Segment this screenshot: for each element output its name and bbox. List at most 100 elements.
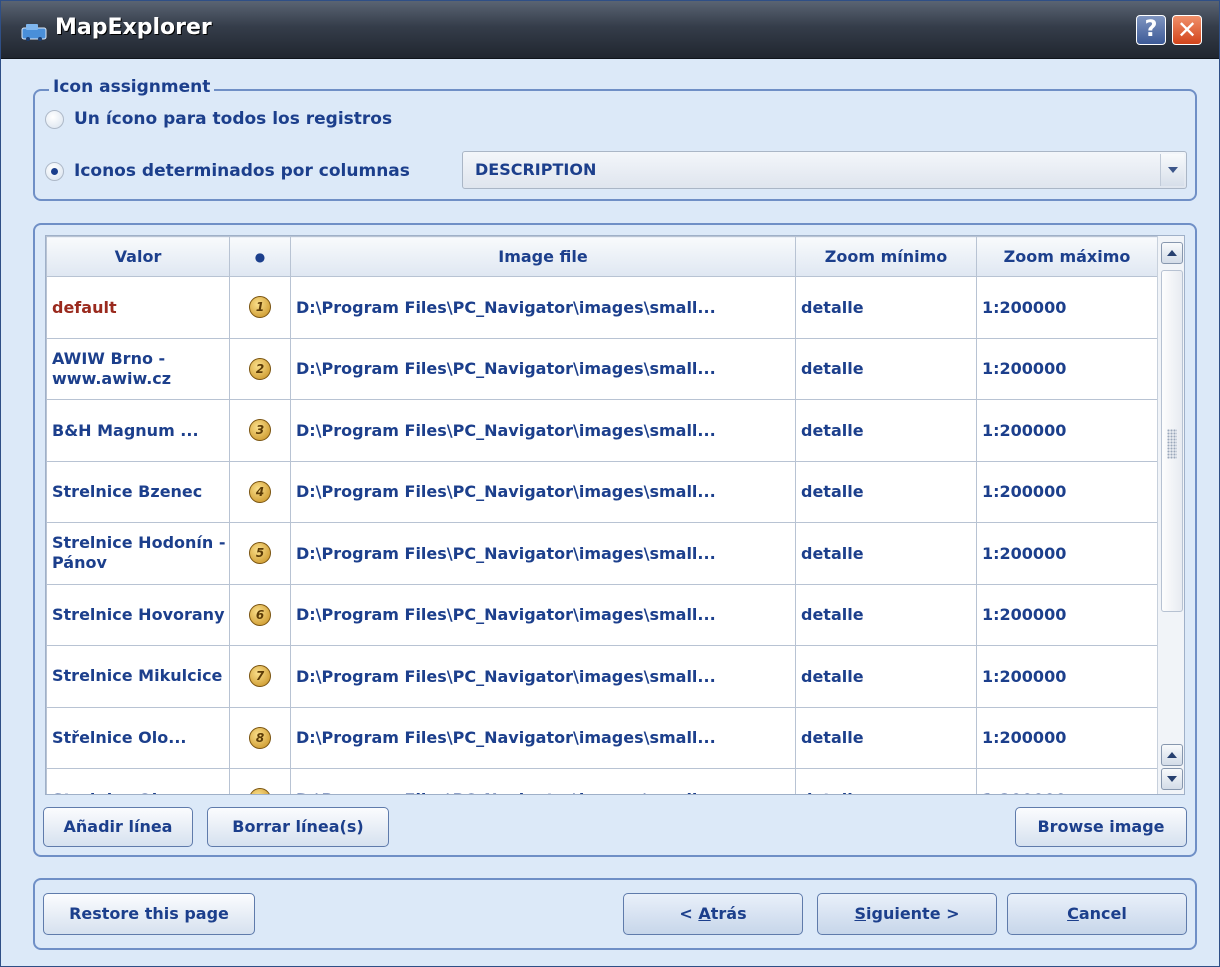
cell-valor[interactable]: AWIW Brno - www.awiw.cz — [46, 337, 230, 400]
column-header-zoom-max[interactable]: Zoom máximo — [976, 236, 1158, 277]
icon-assignment-group: Icon assignment Un ícono para todos los … — [33, 77, 1197, 201]
radio-columns[interactable] — [45, 161, 64, 181]
cell-image-file[interactable]: D:\Program Files\PC_Navigator\images\sma… — [290, 337, 796, 400]
table-row[interactable]: Strelnice Hodonín - Pánov 5 D:\Program F… — [46, 522, 1158, 585]
map-explorer-icon — [21, 24, 47, 41]
back-button-accel: A — [698, 904, 711, 923]
cell-valor[interactable]: Strelnice Hovorany — [46, 583, 230, 646]
icon-grid: Valor ● Image file Zoom mínimo Zoom máxi… — [45, 235, 1185, 795]
next-button[interactable]: Siguiente > — [817, 893, 997, 935]
cell-zoom-min[interactable]: detalle — [795, 399, 977, 462]
column-select[interactable]: DESCRIPTION — [462, 151, 1187, 189]
column-header-valor[interactable]: Valor — [46, 236, 230, 277]
number-7-icon[interactable]: 7 — [249, 665, 271, 688]
number-3-icon[interactable]: 3 — [249, 419, 271, 442]
next-button-rest: iguiente > — [866, 904, 960, 923]
cell-image-file[interactable]: D:\Program Files\PC_Navigator\images\sma… — [290, 583, 796, 646]
cell-zoom-max[interactable]: 1:200000 — [976, 460, 1158, 523]
help-button[interactable]: ? — [1136, 15, 1166, 45]
back-button[interactable]: < Atrás — [623, 893, 803, 935]
radio-columns-label[interactable]: Iconos determinados por columnas — [74, 161, 410, 181]
scroll-up-icon[interactable] — [1161, 242, 1183, 264]
cell-zoom-max[interactable]: 1:200000 — [976, 706, 1158, 769]
icon-grid-group: Valor ● Image file Zoom mínimo Zoom máxi… — [33, 223, 1197, 857]
cancel-button[interactable]: Cancel — [1007, 893, 1187, 935]
close-icon: ✕ — [1176, 16, 1198, 44]
cell-image-file[interactable]: D:\Program Files\PC_Navigator\images\sma… — [290, 768, 796, 794]
cell-zoom-min[interactable]: detalle — [795, 768, 977, 794]
cell-image-file[interactable]: D:\Program Files\PC_Navigator\images\sma… — [290, 399, 796, 462]
cancel-button-rest: ancel — [1078, 904, 1127, 923]
cell-zoom-max[interactable]: 1:200000 — [976, 276, 1158, 339]
mapexplorer-window: MapExplorer ? ✕ Icon assignment Un ícono… — [0, 0, 1220, 967]
number-8-icon[interactable]: 8 — [249, 726, 271, 749]
cell-zoom-max[interactable]: 1:200000 — [976, 645, 1158, 708]
cell-zoom-max[interactable]: 1:200000 — [976, 399, 1158, 462]
cell-zoom-min[interactable]: detalle — [795, 522, 977, 585]
radio-single-icon-label[interactable]: Un ícono para todos los registros — [74, 109, 392, 129]
title-bar[interactable]: MapExplorer ? ✕ — [1, 1, 1219, 59]
cell-zoom-max[interactable]: 1:200000 — [976, 768, 1158, 794]
table-row[interactable]: Střelnice Olo... 8 D:\Program Files\PC_N… — [46, 706, 1158, 769]
cell-zoom-max[interactable]: 1:200000 — [976, 337, 1158, 400]
cell-image-file[interactable]: D:\Program Files\PC_Navigator\images\sma… — [290, 522, 796, 585]
cell-image-file[interactable]: D:\Program Files\PC_Navigator\images\sma… — [290, 460, 796, 523]
table-row[interactable]: default 1 D:\Program Files\PC_Navigator\… — [46, 276, 1158, 339]
radio-single-icon-row[interactable]: Un ícono para todos los registros — [45, 109, 392, 129]
scroll-down-icon[interactable] — [1161, 768, 1183, 790]
add-line-button[interactable]: Añadir línea — [43, 807, 193, 847]
icon-table: Valor ● Image file Zoom mínimo Zoom máxi… — [46, 236, 1158, 794]
cell-zoom-min[interactable]: detalle — [795, 460, 977, 523]
cell-valor[interactable]: Střelnice Olo... — [46, 706, 230, 769]
cell-valor[interactable]: Strelnice Bzenec — [46, 460, 230, 523]
navigation-group: Restore this page < Atrás Siguiente > Ca… — [33, 878, 1197, 950]
icon-assignment-legend: Icon assignment — [49, 77, 215, 97]
chevron-down-icon[interactable] — [1160, 154, 1184, 186]
number-5-icon[interactable]: 5 — [249, 542, 271, 565]
number-4-icon[interactable]: 4 — [249, 480, 271, 503]
table-row[interactable]: Strelnice Bzenec 4 D:\Program Files\PC_N… — [46, 460, 1158, 523]
scrollbar-thumb[interactable] — [1161, 270, 1183, 612]
cell-valor[interactable]: Strelnice Hodonín - Pánov — [46, 522, 230, 585]
next-button-accel: S — [854, 904, 866, 923]
radio-single-icon[interactable] — [45, 109, 64, 129]
table-row[interactable]: AWIW Brno - www.awiw.cz 2 D:\Program Fil… — [46, 337, 1158, 400]
number-6-icon[interactable]: 6 — [249, 603, 271, 626]
cell-image-file[interactable]: D:\Program Files\PC_Navigator\images\sma… — [290, 706, 796, 769]
cell-zoom-min[interactable]: detalle — [795, 706, 977, 769]
browse-image-button[interactable]: Browse image — [1015, 807, 1187, 847]
cell-zoom-max[interactable]: 1:200000 — [976, 583, 1158, 646]
number-1-icon[interactable]: 1 — [249, 296, 271, 319]
cell-valor[interactable]: B&H Magnum ... — [46, 399, 230, 462]
table-row[interactable]: Strelnice Hovorany 6 D:\Program Files\PC… — [46, 583, 1158, 646]
grid-vertical-scrollbar[interactable] — [1157, 236, 1184, 794]
column-select-value: DESCRIPTION — [475, 160, 597, 179]
cell-valor[interactable]: Strelnice Mikulcice — [46, 645, 230, 708]
cell-valor[interactable]: Strelnice Ol — [46, 768, 230, 794]
column-header-zoom-min[interactable]: Zoom mínimo — [795, 236, 977, 277]
cell-zoom-max[interactable]: 1:200000 — [976, 522, 1158, 585]
delete-lines-button[interactable]: Borrar línea(s) — [207, 807, 389, 847]
window-title: MapExplorer — [55, 15, 212, 40]
table-row[interactable]: Strelnice Mikulcice 7 D:\Program Files\P… — [46, 645, 1158, 708]
cell-zoom-min[interactable]: detalle — [795, 276, 977, 339]
back-button-prefix: < — [679, 904, 699, 923]
number-2-icon[interactable]: 2 — [249, 357, 271, 380]
cell-image-file[interactable]: D:\Program Files\PC_Navigator\images\sma… — [290, 645, 796, 708]
cell-zoom-min[interactable]: detalle — [795, 583, 977, 646]
cell-image-file[interactable]: D:\Program Files\PC_Navigator\images\sma… — [290, 276, 796, 339]
table-row[interactable]: B&H Magnum ... 3 D:\Program Files\PC_Nav… — [46, 399, 1158, 462]
cell-zoom-min[interactable]: detalle — [795, 645, 977, 708]
table-row[interactable]: Strelnice Ol 9 D:\Program Files\PC_Navig… — [46, 768, 1158, 794]
close-button[interactable]: ✕ — [1172, 15, 1202, 45]
radio-columns-row[interactable]: Iconos determinados por columnas — [45, 161, 410, 181]
back-button-rest: trás — [710, 904, 747, 923]
cell-valor[interactable]: default — [46, 276, 230, 339]
scroll-up-icon[interactable] — [1161, 744, 1183, 766]
restore-page-button[interactable]: Restore this page — [43, 893, 255, 935]
column-header-icon[interactable]: ● — [229, 236, 291, 277]
cell-zoom-min[interactable]: detalle — [795, 337, 977, 400]
number-9-icon[interactable]: 9 — [249, 788, 271, 794]
grip-icon — [1167, 429, 1177, 459]
column-header-image-file[interactable]: Image file — [290, 236, 796, 277]
